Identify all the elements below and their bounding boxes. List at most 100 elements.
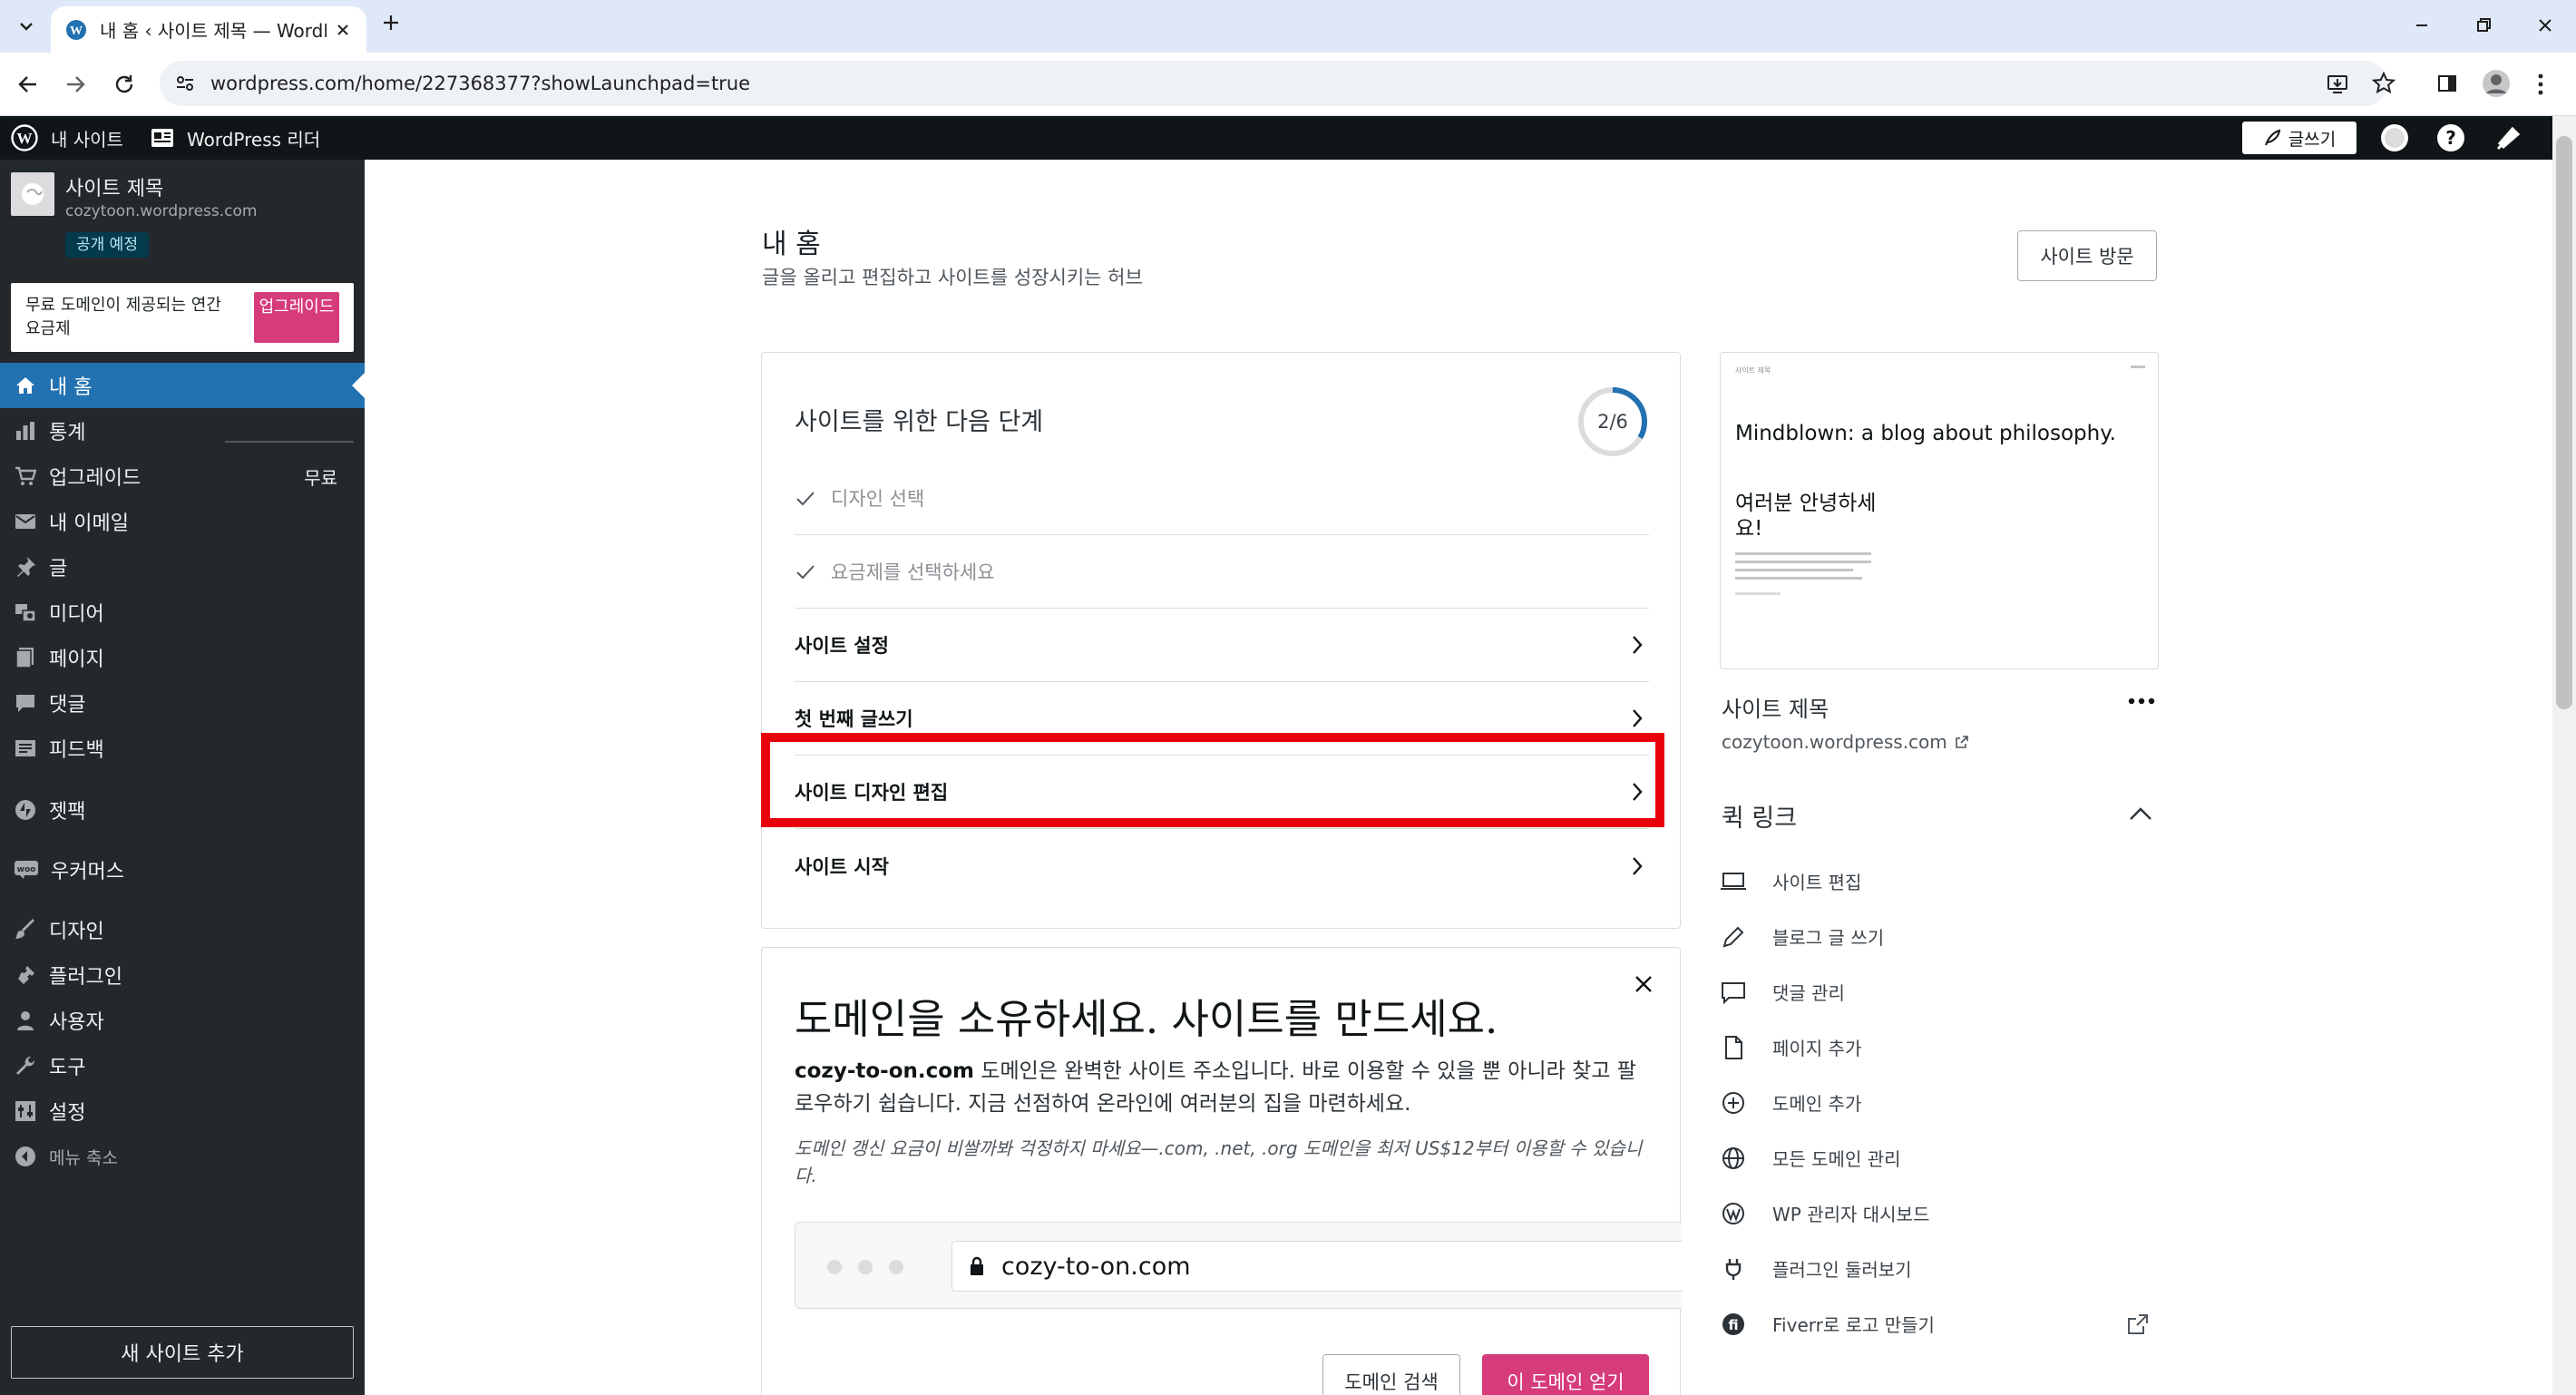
quick-link-add-domain[interactable]: 도메인 추가 (1720, 1075, 1861, 1130)
close-icon (1635, 976, 1652, 992)
fiverr-icon: fi (1722, 1312, 1744, 1335)
site-domain: cozytoon.wordpress.com (65, 202, 258, 220)
quick-link-label: 도메인 추가 (1772, 1093, 1862, 1115)
sidebar-item-label: 댓글 (49, 694, 86, 717)
sidebar-item-jetpack[interactable]: 젯팩 (0, 787, 365, 833)
quick-link-wp-admin[interactable]: WP 관리자 대시보드 (1720, 1185, 1929, 1241)
collapse-icon (15, 1146, 35, 1166)
pin-icon (17, 557, 35, 577)
sidebar-item-comments[interactable]: 댓글 (0, 680, 365, 726)
reload-button[interactable] (112, 73, 136, 96)
sidebar-item-woocommerce[interactable]: woo 우커머스 (0, 847, 365, 893)
site-preview-thumbnail[interactable]: 사이트 제목 Mindblown: a blog about philosoph… (1720, 352, 2159, 669)
address-bar[interactable]: wordpress.com/home/227368377?showLaunchp… (160, 61, 2387, 106)
sidebar-item-label: 내 홈 (49, 376, 93, 399)
task-row-edit-site-design[interactable]: 사이트 디자인 편집 (795, 756, 1649, 829)
avatar-icon (2381, 124, 2408, 151)
site-info-icon[interactable] (174, 73, 196, 94)
globe-icon (1722, 1146, 1744, 1169)
site-more-button[interactable] (2128, 697, 2155, 706)
search-domain-button[interactable]: 도메인 검색 (1322, 1354, 1460, 1395)
quick-link-add-page[interactable]: 페이지 추가 (1720, 1019, 1861, 1075)
page-icon (1725, 1035, 1742, 1059)
window-restore-button[interactable] (2474, 16, 2493, 34)
install-app-icon[interactable] (2326, 72, 2349, 95)
sidebar-item-email[interactable]: 내 이메일 (0, 499, 365, 544)
quick-link-manage-domains[interactable]: 모든 도메인 관리 (1720, 1130, 1901, 1185)
site-title[interactable]: 사이트 제목 (65, 172, 163, 201)
sidebar-item-label: 페이지 (49, 649, 104, 671)
right-site-url-link[interactable]: cozytoon.wordpress.com (1722, 731, 1969, 753)
quick-link-edit-site[interactable]: 사이트 편집 (1720, 854, 1861, 909)
sidebar-item-tools[interactable]: 도구 (0, 1043, 365, 1088)
quick-link-explore-plugins[interactable]: 플러그인 둘러보기 (1720, 1241, 1912, 1296)
my-site-link[interactable]: W 내 사이트 (11, 123, 123, 152)
notifications-button[interactable] (2494, 123, 2523, 152)
quick-link-manage-comments[interactable]: 댓글 관리 (1720, 964, 1845, 1019)
sidebar-item-plugins[interactable]: 플러그인 (0, 952, 365, 998)
site-icon[interactable] (11, 172, 54, 216)
task-label: 디자인 선택 (831, 488, 925, 510)
task-row-launch-site[interactable]: 사이트 시작 (795, 829, 1649, 902)
sidebar-item-feedback[interactable]: 피드백 (0, 726, 365, 771)
preview-url-text: cozy-to-on.com (1001, 1252, 1191, 1281)
plugin-icon (18, 966, 34, 984)
external-link-icon (2128, 1313, 2148, 1334)
sidebar-item-upgrades[interactable]: 업그레이드 무료 (0, 454, 365, 499)
plug-icon (1725, 1258, 1742, 1280)
browser-menu-icon[interactable] (2536, 73, 2545, 96)
task-label: 사이트 디자인 편집 (795, 782, 949, 804)
quick-links-toggle[interactable] (2128, 805, 2153, 822)
domain-card-note: 도메인 갱신 요금이 비쌀까봐 걱정하지 마세요—.com, .net, .or… (795, 1137, 1643, 1186)
browser-tab-active[interactable]: W 내 홈 ‹ 사이트 제목 — WordPress.com (51, 6, 366, 53)
task-row: 디자인 선택 (795, 462, 1649, 535)
window-close-button[interactable] (2536, 16, 2554, 34)
sidebar-item-stats[interactable]: 통계 (0, 408, 365, 454)
sidebar-item-home[interactable]: 내 홈 (0, 363, 365, 408)
profile-avatar-icon[interactable] (2482, 69, 2511, 98)
bookmark-star-icon[interactable] (2371, 71, 2396, 96)
chevron-right-icon (1633, 709, 1643, 727)
reader-link[interactable]: WordPress 리더 (151, 123, 320, 152)
sidebar-item-settings[interactable]: 설정 (0, 1088, 365, 1134)
suggested-domain: cozy-to-on.com (795, 1059, 975, 1083)
visit-site-button[interactable]: 사이트 방문 (2017, 230, 2157, 281)
quick-link-write-post[interactable]: 블로그 글 쓰기 (1720, 909, 1884, 964)
url-text: wordpress.com/home/227368377?showLaunchp… (210, 73, 751, 94)
sidebar-item-posts[interactable]: 글 (0, 544, 365, 590)
wordpress-icon (1722, 1202, 1744, 1224)
quick-link-label: WP 관리자 대시보드 (1772, 1204, 1930, 1225)
current-arrow-icon (352, 373, 365, 398)
sidebar-item-design[interactable]: 디자인 (0, 907, 365, 952)
quick-link-fiverr[interactable]: fi Fiverr로 로고 만들기 (1720, 1296, 2159, 1351)
sidebar-item-media[interactable]: 미디어 (0, 590, 365, 635)
tab-search-button[interactable] (11, 11, 42, 42)
sidebar-item-pages[interactable]: 페이지 (0, 635, 365, 680)
dismiss-button[interactable] (1633, 973, 1654, 995)
scrollbar-thumb[interactable] (2556, 136, 2572, 709)
domain-card-title: 도메인을 소유하세요. 사이트를 만드세요. (795, 995, 1498, 1043)
add-new-site-button[interactable]: 새 사이트 추가 (11, 1326, 354, 1379)
task-row-first-post[interactable]: 첫 번째 글쓰기 (795, 682, 1649, 756)
help-button[interactable]: ? (2436, 123, 2465, 152)
get-domain-button[interactable]: 이 도메인 얻기 (1482, 1354, 1649, 1395)
sidebar-item-users[interactable]: 사용자 (0, 998, 365, 1043)
preview-headline: Mindblown: a blog about philosophy. (1735, 422, 2116, 445)
tab-close-icon[interactable] (336, 23, 350, 37)
my-site-label: 내 사이트 (51, 128, 123, 151)
write-button[interactable]: 글쓰기 (2242, 122, 2356, 154)
side-panel-icon[interactable] (2436, 73, 2458, 94)
task-row-site-setup[interactable]: 사이트 설정 (795, 609, 1649, 682)
user-avatar[interactable] (2380, 123, 2409, 152)
upgrade-button[interactable]: 업그레이드 (254, 292, 339, 343)
mail-icon (15, 514, 35, 529)
brush-icon (15, 919, 34, 939)
back-button[interactable] (16, 73, 40, 96)
window-minimize-button[interactable] (2413, 16, 2431, 34)
new-tab-button[interactable] (381, 13, 401, 33)
collapse-menu-button[interactable]: 메뉴 축소 (0, 1134, 365, 1179)
quick-link-label: Fiverr로 로고 만들기 (1772, 1314, 1935, 1336)
domain-upsell-card: 도메인을 소유하세요. 사이트를 만드세요. cozy-to-on.com 도메… (761, 947, 1683, 1395)
sidebar-item-label: 업그레이드 (49, 467, 141, 490)
forward-button[interactable] (63, 73, 87, 96)
